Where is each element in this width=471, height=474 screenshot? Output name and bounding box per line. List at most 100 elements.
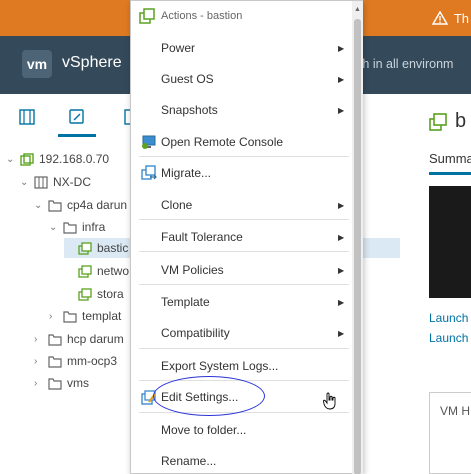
menu-item-power[interactable]: Power ▶: [131, 36, 351, 60]
submenu-arrow-icon: ▶: [338, 297, 345, 307]
submenu-arrow-icon: ▶: [338, 200, 345, 210]
menu-item-open-remote-console[interactable]: Open Remote Console: [131, 130, 351, 154]
menu-item-guest-os[interactable]: Guest OS ▶: [131, 67, 351, 91]
tree-node-label: cp4a darun: [67, 198, 128, 212]
menu-scrollbar[interactable]: ▲: [352, 1, 363, 474]
menu-item-migrate[interactable]: Migrate...: [131, 161, 351, 185]
menu-header: Actions - bastion: [131, 1, 362, 31]
menu-item-move-to-folder[interactable]: Move to folder...: [131, 418, 351, 442]
menu-separator: [139, 284, 349, 285]
collapse-caret-icon[interactable]: ›: [34, 334, 44, 345]
expand-caret-icon[interactable]: ⌄: [6, 154, 16, 165]
tree-node-label: netwo: [97, 264, 130, 278]
vmware-logo: vm: [22, 50, 52, 78]
menu-item-label: Fault Tolerance: [161, 230, 243, 244]
menu-item-fault-tolerance[interactable]: Fault Tolerance ▶: [131, 225, 351, 249]
tree-node-label: stora: [97, 287, 124, 301]
migrate-icon: [141, 165, 157, 180]
tree-node-label: vms: [67, 376, 89, 390]
menu-item-label: Move to folder...: [161, 423, 247, 437]
tree-node-label: bastic: [97, 241, 129, 255]
vms-templates-icon[interactable]: [68, 108, 86, 126]
submenu-arrow-icon: ▶: [338, 105, 345, 115]
tree-node-label: templat: [82, 309, 122, 323]
menu-separator: [139, 251, 349, 252]
menu-item-label: Clone: [161, 198, 193, 212]
menu-separator: [139, 412, 349, 413]
menu-item-label: Snapshots: [161, 103, 218, 117]
folder-icon: [48, 333, 62, 346]
menu-item-label: VM Policies: [161, 263, 224, 277]
folder-icon: [63, 221, 77, 234]
menu-separator: [139, 219, 349, 220]
remote-console-icon: [142, 135, 156, 149]
vm-title: b: [455, 110, 467, 132]
alert-text: Th: [453, 10, 469, 26]
vm-icon: [78, 287, 92, 301]
submenu-arrow-icon: ▶: [338, 43, 345, 53]
console-thumbnail[interactable]: [429, 186, 471, 298]
collapse-caret-icon[interactable]: ›: [49, 311, 59, 322]
expand-caret-icon[interactable]: ⌄: [49, 222, 59, 233]
expand-caret-icon[interactable]: ⌄: [20, 177, 30, 188]
folder-icon: [48, 355, 62, 368]
menu-item-template[interactable]: Template ▶: [131, 290, 351, 314]
launch-remote-console-link[interactable]: Launch: [429, 331, 468, 345]
vm-icon: [78, 241, 92, 255]
collapse-caret-icon[interactable]: ›: [34, 356, 44, 367]
menu-item-label: Open Remote Console: [161, 135, 284, 149]
menu-item-clone[interactable]: Clone ▶: [131, 193, 351, 217]
menu-separator: [139, 156, 349, 157]
submenu-arrow-icon: ▶: [338, 328, 345, 338]
menu-separator: [139, 348, 349, 349]
vcenter-icon: [20, 152, 34, 166]
tree-node-label: mm-ocp3: [67, 354, 118, 368]
folder-icon: [48, 199, 62, 212]
submenu-arrow-icon: ▶: [338, 74, 345, 84]
tree-node-label: hcp darum: [67, 332, 124, 346]
tree-node[interactable]: ⌄ cp4a darun: [34, 195, 127, 215]
tab-summary[interactable]: Summa: [429, 151, 471, 166]
vm-hardware-label: VM H: [440, 404, 470, 418]
tree-node-label: 192.168.0.70: [39, 152, 110, 166]
menu-item-label: Power: [161, 41, 196, 55]
menu-item-rename[interactable]: Rename...: [131, 449, 351, 473]
expand-caret-icon[interactable]: ⌄: [34, 200, 44, 211]
hand-pointer-cursor-icon: [323, 392, 336, 410]
global-search-input[interactable]: rch in all environm: [352, 57, 453, 71]
active-tab-indicator: [58, 134, 96, 137]
launch-web-console-link[interactable]: Launch: [429, 311, 468, 325]
folder-icon: [63, 310, 77, 323]
submenu-arrow-icon: ▶: [338, 265, 345, 275]
hand-drawn-highlight-circle: [153, 376, 265, 416]
product-name: vSphere: [62, 54, 122, 71]
collapse-caret-icon[interactable]: ›: [34, 378, 44, 389]
tree-node[interactable]: netwo: [78, 261, 129, 281]
menu-item-export-system-logs[interactable]: Export System Logs...: [131, 354, 351, 378]
menu-item-compatibility[interactable]: Compatibility ▶: [131, 321, 351, 345]
tree-node[interactable]: › templat: [49, 306, 121, 326]
menu-item-label: Rename...: [161, 454, 217, 468]
vm-icon: [139, 8, 155, 24]
folder-icon: [48, 377, 62, 390]
tree-node-label: NX-DC: [53, 175, 91, 189]
tree-node-label: infra: [82, 220, 106, 234]
tree-node[interactable]: › hcp darum: [34, 329, 124, 349]
active-tab-indicator: [429, 172, 471, 175]
datacenter-icon: [34, 175, 48, 189]
menu-item-label: Export System Logs...: [161, 359, 279, 373]
menu-item-label: Migrate...: [161, 166, 212, 180]
tree-node[interactable]: ⌄ 192.168.0.70: [6, 149, 109, 169]
tree-node[interactable]: ⌄ NX-DC: [20, 172, 91, 192]
menu-item-label: Template: [161, 295, 210, 309]
menu-item-label: Compatibility: [161, 326, 230, 340]
tree-node[interactable]: stora: [78, 284, 124, 304]
menu-item-snapshots[interactable]: Snapshots ▶: [131, 98, 351, 122]
tree-node[interactable]: › mm-ocp3: [34, 351, 117, 371]
tree-node[interactable]: ⌄ infra: [49, 217, 105, 237]
hosts-clusters-icon[interactable]: [18, 108, 36, 126]
menu-item-vm-policies[interactable]: VM Policies ▶: [131, 258, 351, 282]
tree-node[interactable]: › vms: [34, 373, 89, 393]
scroll-up-icon[interactable]: ▲: [354, 6, 361, 13]
scrollbar-thumb[interactable]: [354, 19, 361, 474]
